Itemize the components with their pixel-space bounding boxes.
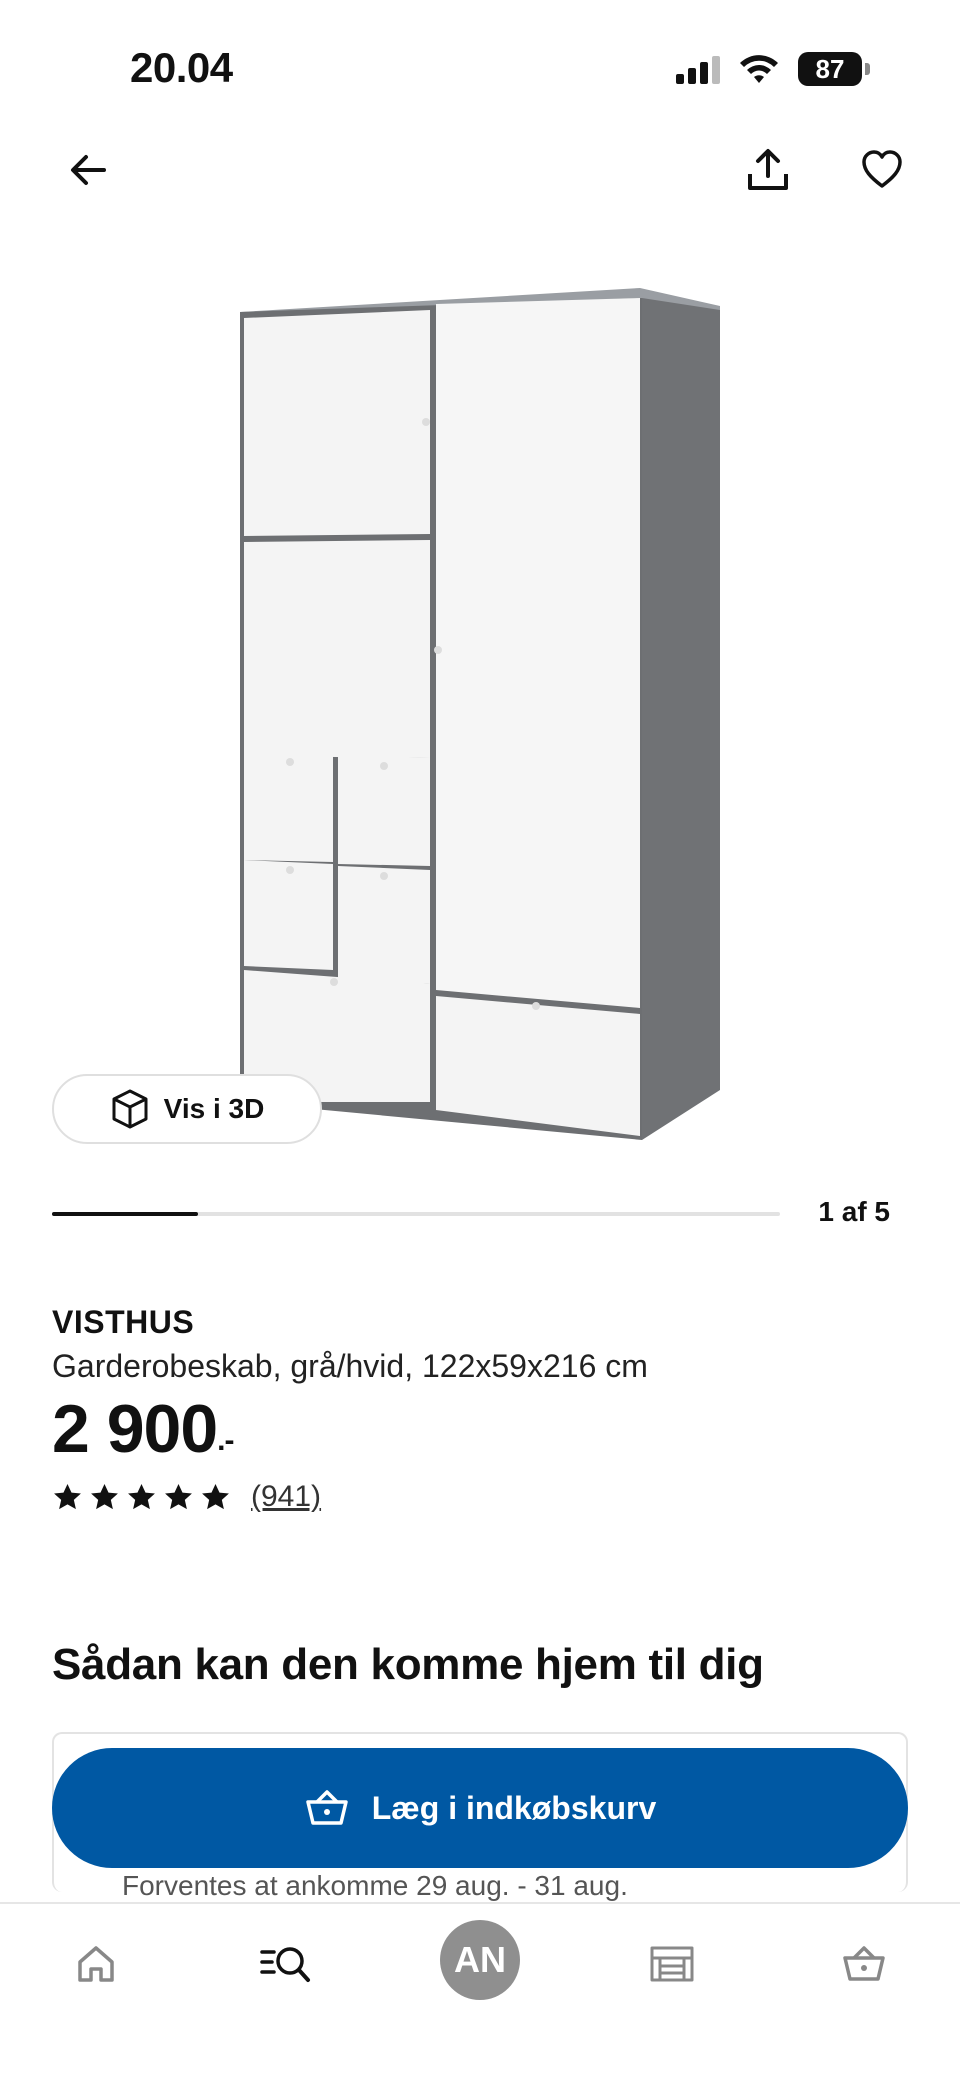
status-bar: 20.04 87 <box>0 0 960 140</box>
review-count-link[interactable]: (941) <box>251 1480 321 1514</box>
star-icon <box>128 1483 155 1509</box>
share-button[interactable] <box>736 138 800 202</box>
wardrobe-illustration <box>240 288 720 1140</box>
tab-stores[interactable] <box>632 1924 712 2004</box>
price-suffix: .- <box>217 1424 234 1457</box>
battery-icon: 87 <box>798 52 870 86</box>
bottom-tab-bar: AN <box>0 1902 960 2086</box>
rating-row[interactable]: (941) <box>52 1480 321 1514</box>
heart-icon <box>862 150 902 188</box>
wifi-icon <box>740 55 778 83</box>
add-to-cart-button[interactable]: Læg i indkøbskurv <box>52 1748 908 1868</box>
tab-search[interactable] <box>246 1924 326 2004</box>
star-icon <box>202 1483 229 1509</box>
product-price: 2 900 .- <box>52 1390 235 1468</box>
add-to-cart-label: Læg i indkøbskurv <box>371 1789 657 1826</box>
back-button[interactable] <box>56 138 120 202</box>
gallery-counter: 1 af 5 <box>818 1196 890 1227</box>
price-amount: 2 900 <box>52 1391 218 1467</box>
status-time: 20.04 <box>130 44 233 91</box>
star-icon <box>54 1483 81 1509</box>
basket-icon <box>306 1790 348 1825</box>
gallery-progress-fill <box>52 1212 198 1216</box>
view-3d-label: Vis i 3D <box>163 1093 265 1124</box>
star-icon <box>91 1483 118 1509</box>
product-name: VISTHUS <box>52 1304 195 1340</box>
battery-level: 87 <box>798 52 862 86</box>
delivery-eta: Forventes at ankomme 29 aug. - 31 aug. <box>122 1870 628 1901</box>
product-image[interactable] <box>0 240 960 1160</box>
tab-home[interactable] <box>56 1924 136 2004</box>
tab-profile-avatar[interactable]: AN <box>440 1920 520 2000</box>
arrow-left-icon <box>71 155 106 185</box>
product-description: Garderobeskab, grå/hvid, 122x59x216 cm <box>52 1348 648 1384</box>
top-navigation <box>0 130 960 210</box>
status-icons: 87 <box>676 52 870 86</box>
rating-stars <box>52 1482 231 1513</box>
star-icon <box>165 1483 192 1509</box>
cellular-signal-icon <box>676 54 720 84</box>
favorite-button[interactable] <box>850 138 914 202</box>
search-icon <box>260 1947 310 1982</box>
view-3d-button[interactable]: Vis i 3D <box>52 1074 322 1144</box>
cart-icon <box>843 1946 885 1981</box>
cube-icon <box>112 1089 148 1129</box>
tab-cart[interactable] <box>824 1924 904 2004</box>
share-icon <box>748 149 788 190</box>
store-icon <box>650 1946 694 1982</box>
gallery-progress-track <box>52 1212 780 1216</box>
delivery-heading: Sådan kan den komme hjem til dig <box>52 1640 764 1689</box>
home-icon <box>78 1946 114 1982</box>
